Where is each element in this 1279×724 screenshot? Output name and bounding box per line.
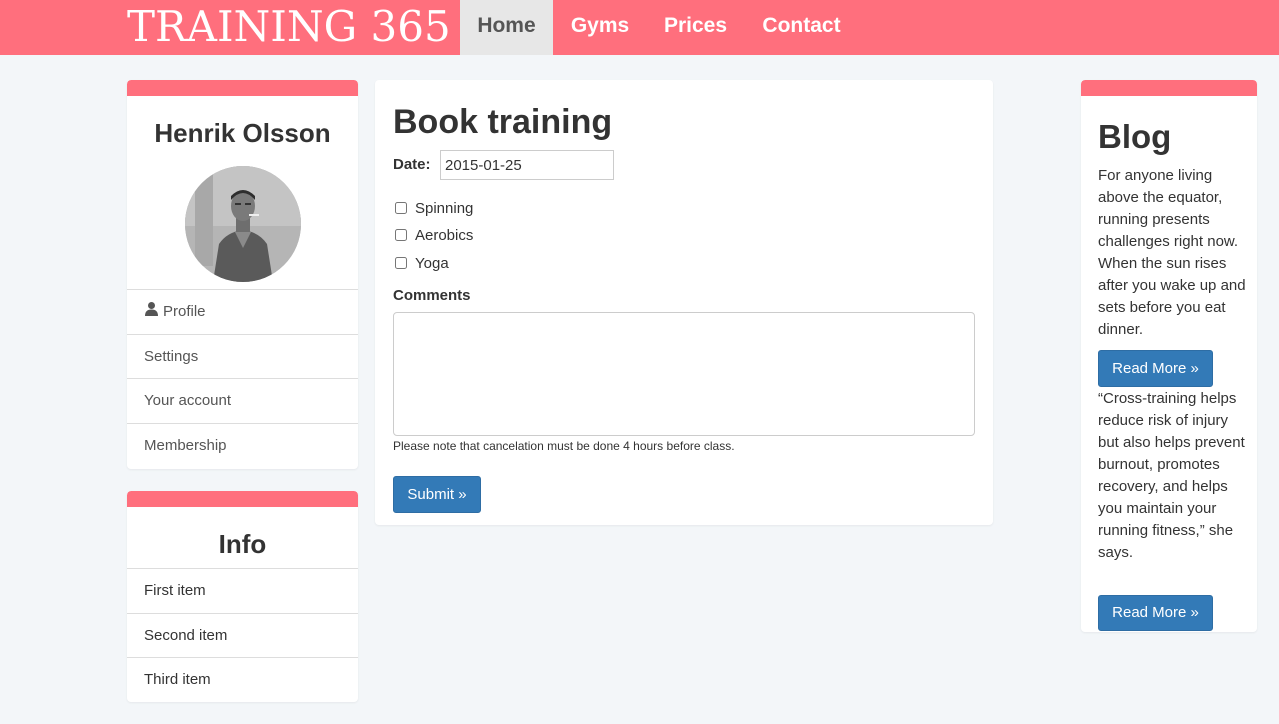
yoga-checkbox[interactable] [395, 257, 407, 269]
menu-item-label: Your account [144, 392, 232, 409]
aerobics-checkbox[interactable] [395, 229, 407, 241]
top-navbar: TRAINING 365 Home Gyms Prices Contact [0, 0, 1279, 55]
nav-contact[interactable]: Contact [744, 0, 859, 55]
card-accent-bar [1081, 80, 1257, 96]
option-spinning[interactable]: Spinning [395, 199, 473, 219]
option-label: Yoga [415, 255, 449, 272]
menu-item-label: Settings [144, 347, 199, 365]
menu-item-profile[interactable]: Profile [127, 289, 358, 334]
spinning-checkbox[interactable] [395, 202, 407, 214]
date-label: Date: [393, 156, 431, 173]
comments-label: Comments [393, 287, 471, 304]
card-accent-bar [127, 80, 358, 96]
read-more-button[interactable]: Read More » [1098, 350, 1213, 387]
menu-item-settings[interactable]: Settings [127, 333, 358, 379]
card-accent-bar [127, 491, 358, 507]
profile-name: Henrik Olsson [154, 118, 331, 148]
nav-prices[interactable]: Prices [647, 0, 744, 55]
profile-card: Henrik Olsson Profile Settings Your acco… [127, 80, 358, 469]
menu-item-membership[interactable]: Membership [127, 422, 358, 468]
blog-title: Blog [1098, 118, 1172, 155]
info-list: First item Second item Third item [127, 568, 358, 702]
read-more-button[interactable]: Read More » [1098, 595, 1213, 631]
option-label: Aerobics [415, 227, 474, 244]
blog-paragraph: For anyone living above the equator, run… [1098, 167, 1246, 338]
blog-card: Blog For anyone living above the equator… [1081, 80, 1257, 632]
info-title: Info [218, 529, 267, 559]
info-item-first[interactable]: First item [127, 568, 358, 613]
info-card: Info First item Second item Third item [127, 491, 358, 702]
menu-item-your-account[interactable]: Your account [127, 378, 358, 423]
submit-button[interactable]: Submit » [393, 476, 481, 513]
menu-item-label: Profile [163, 303, 206, 320]
page-title: Book training [393, 103, 613, 141]
option-aerobics[interactable]: Aerobics [395, 226, 473, 246]
blog-paragraph: “Cross-training helps reduce risk of inj… [1098, 390, 1245, 561]
nav-gyms[interactable]: Gyms [553, 0, 647, 55]
avatar-photo-icon [185, 166, 301, 282]
comments-textarea[interactable] [393, 312, 975, 436]
brand-logo[interactable]: TRAINING 365 [127, 2, 451, 52]
user-icon [144, 290, 159, 334]
menu-item-label: Membership [144, 436, 227, 454]
date-input[interactable] [440, 150, 614, 180]
info-item-second[interactable]: Second item [127, 612, 358, 658]
info-item-third[interactable]: Third item [127, 657, 358, 702]
profile-menu: Profile Settings Your account Membership [127, 289, 358, 467]
booking-card: Book training Date: Spinning Aerobics Yo… [375, 80, 993, 525]
nav-home[interactable]: Home [460, 0, 553, 55]
option-yoga[interactable]: Yoga [395, 254, 449, 274]
cancellation-note: Please note that cancelation must be don… [393, 439, 735, 453]
avatar [185, 166, 301, 282]
option-label: Spinning [415, 200, 474, 217]
